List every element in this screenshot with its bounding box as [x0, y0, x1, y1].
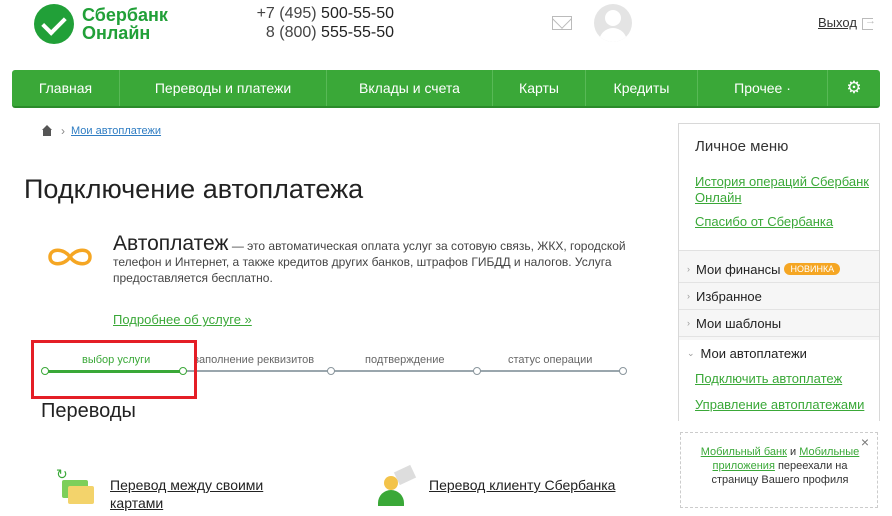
sidebar-item-label: Мои шаблоны [696, 315, 782, 331]
settings-gear-icon[interactable]: ⚙ [828, 70, 880, 106]
chevron-right-icon: › [687, 318, 690, 328]
breadcrumb: › Мои автоплатежи [41, 124, 161, 138]
phone1-number: 500-55-50 [321, 5, 394, 22]
cards-transfer-icon: ↻ [56, 466, 96, 508]
phone2-prefix: 8 (800) [265, 24, 322, 41]
service-transfer-sber-client[interactable]: Перевод клиенту Сбербанка [376, 464, 615, 508]
chevron-right-icon: › [687, 291, 690, 301]
sidebar-item-label: Мои финансы [696, 261, 781, 277]
step-dot [619, 367, 627, 375]
sidebar-open-section: ⌄ Мои автоплатежи Подключить автоплатеж … [679, 340, 879, 421]
mobile-notice: × Мобильный банк и Мобильные приложения … [680, 432, 878, 508]
connect-autopayment-link[interactable]: Подключить автоплатеж [695, 371, 842, 386]
logout-link[interactable]: Выход [818, 15, 857, 30]
home-icon[interactable] [41, 125, 53, 136]
chevron-right-icon: › [687, 264, 690, 274]
infinity-icon [48, 248, 92, 266]
service-label[interactable]: Перевод клиенту Сбербанка [429, 476, 615, 494]
notice-text: и [786, 446, 800, 458]
more-about-service-link[interactable]: Подробнее об услуге » [113, 312, 252, 327]
new-badge: НОВИНКА [784, 263, 841, 275]
section-title: Переводы [41, 400, 136, 422]
logo-text: Сбербанк Онлайн [82, 6, 168, 42]
history-link[interactable]: История операций Сбербанк Онлайн [695, 174, 871, 206]
phone1-prefix: +7 (495) [256, 5, 322, 22]
mail-icon[interactable] [552, 16, 572, 30]
logo-line-2: Онлайн [82, 23, 151, 43]
chevron-down-icon: ⌄ [687, 348, 695, 358]
mobile-bank-link[interactable]: Мобильный банк [701, 446, 787, 458]
phones: +7 (495) 500-55-50 8 (800) 555-55-50 [256, 4, 394, 42]
service-transfer-own-cards[interactable]: ↻ Перевод между своими картами [56, 466, 280, 512]
nav-item-main[interactable]: Главная [12, 70, 120, 106]
highlight-box [31, 340, 197, 399]
nav-item-other[interactable]: Прочее · [698, 70, 828, 106]
service-label[interactable]: Перевод между своими картами [110, 476, 280, 512]
nav-item-cards[interactable]: Карты [493, 70, 586, 106]
nav-item-credits[interactable]: Кредиты [586, 70, 698, 106]
manage-autopayments-link[interactable]: Управление автоплатежами [695, 397, 864, 412]
step-dot [327, 367, 335, 375]
main-nav: Главная Переводы и платежи Вклады и счет… [12, 70, 880, 108]
logout-icon[interactable] [862, 15, 876, 30]
page-title: Подключение автоплатежа [24, 174, 364, 204]
sidebar-item-templates[interactable]: › Мои шаблоны [679, 310, 879, 337]
sidebar-item-label: Избранное [696, 288, 762, 304]
sidebar-item-finances[interactable]: › Мои финансы НОВИНКА [679, 256, 879, 283]
phone2-number: 555-55-50 [321, 24, 394, 41]
spasibo-link[interactable]: Спасибо от Сбербанка [695, 214, 871, 230]
step-label-confirmation: подтверждение [365, 354, 445, 366]
sidebar-item-label: Мои автоплатежи [700, 346, 807, 361]
personal-menu: Личное меню История операций Сбербанк Он… [678, 123, 880, 421]
step-label-fill-details: заполнение реквизитов [194, 354, 315, 366]
close-icon[interactable]: × [861, 435, 869, 449]
chevron-right-icon: › [61, 124, 65, 138]
sberbank-logo[interactable]: Сбербанк Онлайн [34, 4, 168, 44]
logo-line-1: Сбербанк [82, 5, 168, 25]
nav-item-deposits[interactable]: Вклады и счета [327, 70, 493, 106]
step-label-status: статус операции [508, 354, 593, 366]
sidebar-item-autopayments[interactable]: ⌄ Мои автоплатежи [679, 340, 879, 367]
person-transfer-icon [376, 464, 417, 508]
avatar[interactable] [594, 4, 632, 42]
nav-item-transfers[interactable]: Переводы и платежи [120, 70, 327, 106]
breadcrumb-autopayments[interactable]: Мои автоплатежи [71, 125, 161, 137]
sidebar-item-favorites[interactable]: › Избранное [679, 283, 879, 310]
personal-menu-title: Личное меню [695, 138, 789, 155]
info-block: Автоплатеж — это автоматическая оплата у… [113, 233, 633, 286]
info-title: Автоплатеж [113, 232, 229, 255]
step-dot [473, 367, 481, 375]
sberbank-logo-icon [34, 4, 74, 44]
